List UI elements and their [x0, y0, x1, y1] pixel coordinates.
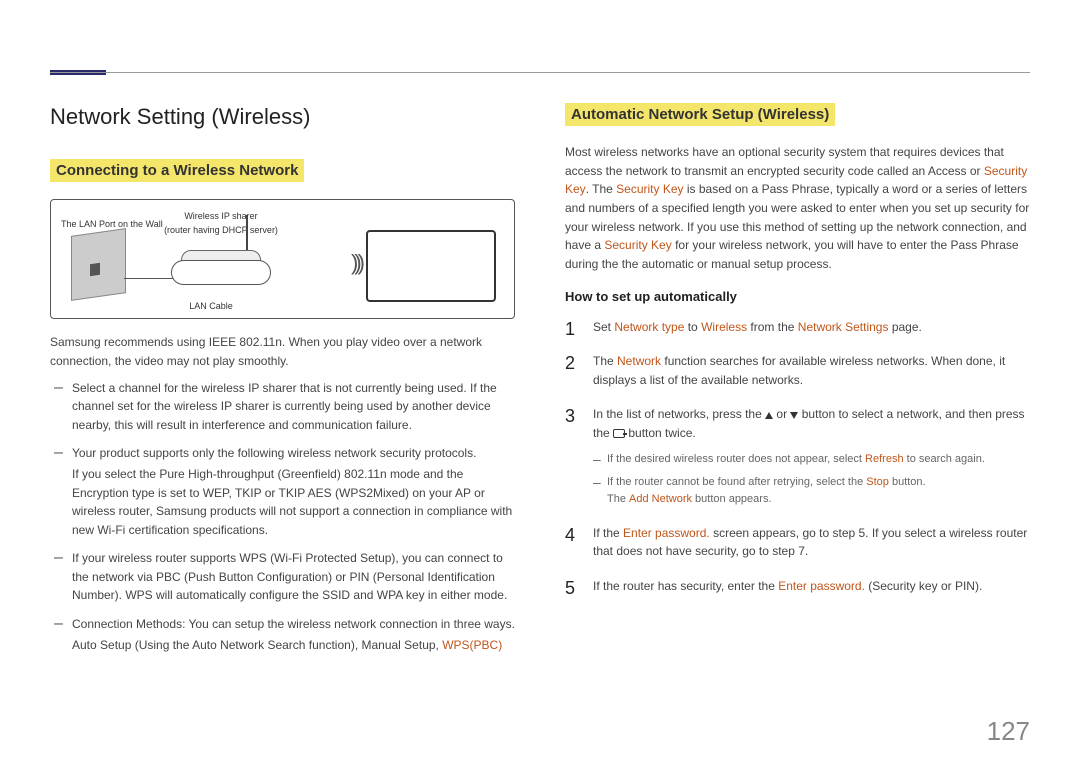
right-column: Automatic Network Setup (Wireless) Most …	[565, 100, 1030, 664]
header-rule	[50, 72, 1030, 73]
intro-paragraph: Samsung recommends using IEEE 802.11n. W…	[50, 333, 515, 370]
auto-setup-intro: Most wireless networks have an optional …	[565, 143, 1030, 273]
antenna-icon	[246, 215, 248, 250]
sub-note: If the desired wireless router does not …	[593, 451, 1030, 468]
note-item: Connection Methods: You can setup the wi…	[54, 615, 515, 654]
step-4: If the Enter password. screen appears, g…	[565, 524, 1030, 561]
router-icon	[171, 260, 271, 285]
up-arrow-icon	[765, 412, 773, 419]
lan-cable-line	[124, 278, 174, 279]
diagram-cable-label: LAN Cable	[181, 300, 241, 314]
left-column: Network Setting (Wireless) Connecting to…	[50, 100, 515, 664]
wireless-diagram: The LAN Port on the Wall Wireless IP sha…	[50, 199, 515, 319]
page-number: 127	[987, 716, 1030, 747]
step-1: Set Network type to Wireless from the Ne…	[565, 318, 1030, 337]
page-title: Network Setting (Wireless)	[50, 100, 515, 134]
notes-list: Select a channel for the wireless IP sha…	[50, 379, 515, 655]
how-to-subhead: How to set up automatically	[565, 287, 1030, 307]
note-item: Your product supports only the following…	[54, 444, 515, 539]
note-item: Select a channel for the wireless IP sha…	[54, 379, 515, 435]
step-2: The Network function searches for availa…	[565, 352, 1030, 389]
step-5: If the router has security, enter the En…	[565, 577, 1030, 596]
step-3-sublist: If the desired wireless router does not …	[593, 451, 1030, 508]
tv-icon	[366, 230, 496, 302]
section-auto-setup: Automatic Network Setup (Wireless)	[565, 100, 835, 129]
two-column-layout: Network Setting (Wireless) Connecting to…	[50, 100, 1030, 664]
steps-list: Set Network type to Wireless from the Ne…	[565, 318, 1030, 596]
enter-icon	[613, 429, 625, 438]
sub-note: If the router cannot be found after retr…	[593, 474, 1030, 508]
wall-port-icon	[71, 228, 126, 301]
step-3: In the list of networks, press the or bu…	[565, 405, 1030, 507]
note-item: If your wireless router supports WPS (Wi…	[54, 549, 515, 605]
wifi-waves-icon: )))	[351, 246, 361, 280]
diagram-sharer-label: Wireless IP sharer (router having DHCP s…	[161, 210, 281, 238]
section-connecting: Connecting to a Wireless Network	[50, 156, 304, 185]
